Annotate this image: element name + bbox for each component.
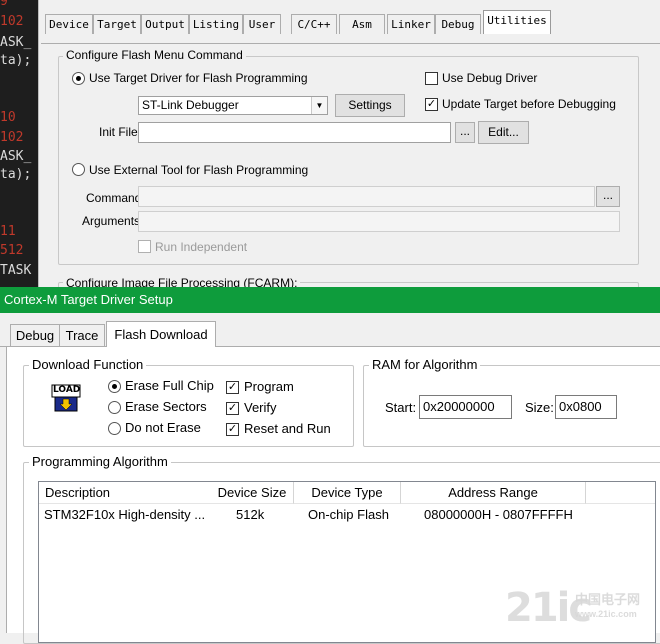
- program-label: Program: [244, 379, 294, 394]
- tab-debug[interactable]: Debug: [10, 324, 60, 347]
- use-target-driver-radio[interactable]: [72, 72, 85, 85]
- program-checkbox[interactable]: ✓: [226, 381, 239, 394]
- code-line: 102: [0, 130, 24, 145]
- column-header-description[interactable]: Description: [39, 482, 212, 504]
- tab-debug[interactable]: Debug: [435, 14, 481, 34]
- tab-user[interactable]: User: [243, 14, 281, 34]
- ram-for-algorithm-title: RAM for Algorithm: [369, 357, 481, 372]
- arguments-label: Arguments:: [82, 214, 144, 228]
- reset-and-run-label: Reset and Run: [244, 421, 331, 436]
- column-header-address-range[interactable]: Address Range: [401, 482, 586, 504]
- use-external-tool-radio[interactable]: [72, 163, 85, 176]
- code-editor-background: 9 102 ASK_ ta); 10 102 ASK_ ta); 11 512 …: [0, 0, 42, 300]
- tab-trace[interactable]: Trace: [59, 324, 105, 347]
- flash-menu-group: [58, 56, 639, 265]
- do-not-erase-radio[interactable]: [108, 422, 121, 435]
- run-independent-label: Run Independent: [155, 240, 248, 254]
- options-tab-bar: Device Target Output Listing User C/C++ …: [41, 10, 660, 44]
- erase-sectors-radio[interactable]: [108, 401, 121, 414]
- column-header-blank: [586, 482, 655, 504]
- cell-device-type: On-chip Flash: [308, 507, 389, 522]
- tab-flash-download[interactable]: Flash Download: [106, 321, 216, 347]
- use-external-tool-label: Use External Tool for Flash Programming: [89, 163, 309, 177]
- cortex-driver-setup-dialog: Cortex-M Target Driver Setup Debug Trace…: [0, 287, 660, 644]
- load-icon-text: LOAD: [53, 385, 81, 395]
- cell-address-range: 08000000H - 0807FFFFH: [424, 507, 573, 522]
- flash-menu-group-title: Configure Flash Menu Command: [63, 48, 246, 62]
- tab-listing[interactable]: Listing: [189, 14, 243, 34]
- init-file-browse-button[interactable]: ...: [455, 122, 475, 143]
- do-not-erase-label: Do not Erase: [125, 420, 201, 435]
- download-function-title: Download Function: [29, 357, 147, 372]
- tab-target[interactable]: Target: [93, 14, 141, 34]
- code-line: 512: [0, 243, 24, 258]
- column-header-device-type[interactable]: Device Type: [294, 482, 401, 504]
- tab-utilities[interactable]: Utilities: [483, 10, 551, 34]
- watermark-text: 中国电子网 www.21ic.com: [575, 592, 640, 622]
- tab-divider: [41, 43, 660, 44]
- code-line: TASK: [0, 263, 32, 278]
- command-input[interactable]: [138, 186, 595, 207]
- erase-full-chip-label: Erase Full Chip: [125, 378, 214, 393]
- ram-start-input[interactable]: 0x20000000: [419, 395, 512, 419]
- code-line: ta);: [0, 53, 32, 68]
- use-debug-driver-checkbox[interactable]: [425, 72, 438, 85]
- code-line: ta);: [0, 167, 32, 182]
- code-line: ASK_: [0, 35, 32, 50]
- settings-button[interactable]: Settings: [335, 94, 405, 117]
- arguments-input[interactable]: [138, 211, 620, 232]
- watermark-line-1: 中国电子网: [575, 592, 641, 607]
- options-dialog: Device Target Output Listing User C/C++ …: [38, 0, 660, 304]
- dialog-title: Cortex-M Target Driver Setup: [0, 287, 660, 313]
- cell-description: STM32F10x High-density ...: [44, 507, 206, 522]
- driver-select-value: ST-Link Debugger: [142, 98, 239, 112]
- init-file-input[interactable]: [138, 122, 451, 143]
- programming-algorithm-title: Programming Algorithm: [29, 454, 171, 469]
- tab-c-cpp[interactable]: C/C++: [291, 14, 337, 34]
- ram-start-label: Start:: [385, 400, 417, 415]
- tab-device[interactable]: Device: [45, 14, 93, 34]
- run-independent-checkbox[interactable]: [138, 240, 151, 253]
- code-line: 11: [0, 224, 16, 239]
- code-line: ASK_: [0, 149, 32, 164]
- reset-and-run-checkbox[interactable]: ✓: [226, 423, 239, 436]
- edit-button[interactable]: Edit...: [478, 121, 529, 144]
- cell-device-size: 512k: [236, 507, 265, 522]
- driver-select[interactable]: ST-Link Debugger ▼: [138, 96, 328, 115]
- code-line: 102: [0, 14, 24, 29]
- code-line: 10: [0, 110, 16, 125]
- verify-checkbox[interactable]: ✓: [226, 402, 239, 415]
- erase-full-chip-radio[interactable]: [108, 380, 121, 393]
- column-header-device-size[interactable]: Device Size: [211, 482, 294, 504]
- update-target-checkbox[interactable]: ✓: [425, 98, 438, 111]
- tab-linker[interactable]: Linker: [387, 14, 435, 34]
- command-label: Command:: [86, 191, 145, 205]
- use-debug-driver-label: Use Debug Driver: [442, 71, 538, 85]
- erase-sectors-label: Erase Sectors: [125, 399, 207, 414]
- ram-size-input[interactable]: 0x0800: [555, 395, 617, 419]
- load-icon: LOAD: [51, 384, 81, 414]
- update-target-label: Update Target before Debugging: [442, 97, 616, 111]
- tab-asm[interactable]: Asm: [339, 14, 385, 34]
- code-line: 9: [0, 0, 8, 9]
- tab-output[interactable]: Output: [141, 14, 189, 34]
- init-file-label: Init File:: [99, 125, 142, 139]
- ram-size-label: Size:: [525, 400, 554, 415]
- table-row[interactable]: STM32F10x High-density ... 512k On-chip …: [39, 504, 655, 526]
- use-target-driver-label: Use Target Driver for Flash Programming: [89, 71, 308, 85]
- verify-label: Verify: [244, 400, 277, 415]
- watermark-line-2: www.21ic.com: [575, 609, 637, 619]
- command-browse-button[interactable]: ...: [596, 186, 620, 207]
- chevron-down-icon[interactable]: ▼: [311, 97, 327, 114]
